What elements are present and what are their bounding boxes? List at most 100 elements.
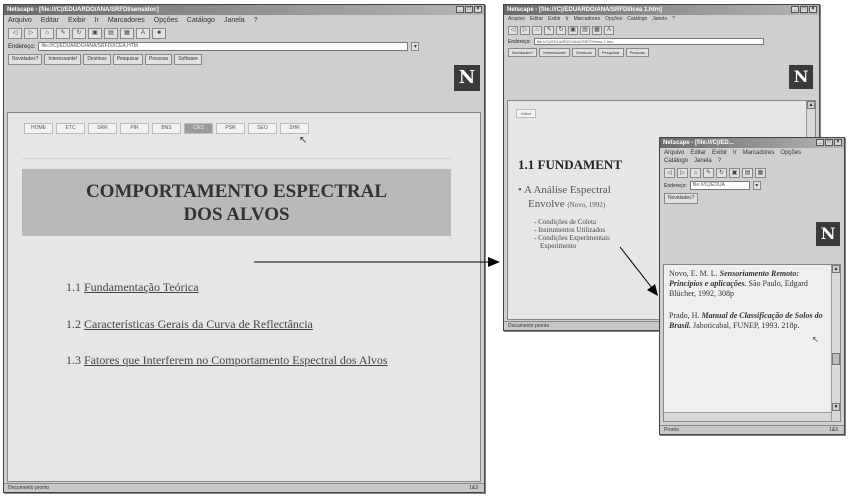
- menu-arquivo[interactable]: Arquivo: [664, 149, 684, 157]
- tab-shr[interactable]: SHR: [280, 123, 309, 134]
- print-icon[interactable]: ▦: [120, 28, 134, 39]
- menu-exibir[interactable]: Exibir: [712, 149, 727, 157]
- menu-opcoes[interactable]: Opções: [605, 16, 622, 23]
- menu-help[interactable]: ?: [718, 157, 721, 165]
- nav-software-button[interactable]: Software: [174, 54, 202, 65]
- menu-marcadores[interactable]: Marcadores: [574, 16, 600, 23]
- nav-novidades-button[interactable]: Novidades?: [508, 48, 538, 57]
- open-icon[interactable]: ▤: [580, 26, 590, 35]
- tab-etc[interactable]: ETC: [56, 123, 85, 134]
- menu-janela[interactable]: Janela: [652, 16, 667, 23]
- minimize-icon[interactable]: _: [816, 139, 824, 146]
- nav-destinos-button[interactable]: Destinos: [83, 54, 111, 65]
- tab-seo[interactable]: SEO: [248, 123, 277, 134]
- menu-marcadores[interactable]: Marcadores: [743, 149, 775, 157]
- images-icon[interactable]: ▣: [568, 26, 578, 35]
- menu-help[interactable]: ?: [254, 16, 258, 25]
- menu-janela[interactable]: Janela: [694, 157, 712, 165]
- nav-pessoas-button[interactable]: Pessoas: [625, 48, 649, 57]
- home-icon[interactable]: ⌂: [690, 168, 701, 178]
- nav-pesquisar-button[interactable]: Pesquisar: [112, 54, 143, 65]
- nav-pessoas-button[interactable]: Pessoas: [145, 54, 173, 65]
- forward-icon[interactable]: ▷: [24, 28, 38, 39]
- menu-ir[interactable]: Ir: [733, 149, 737, 157]
- scroll-up-icon[interactable]: ▲: [832, 265, 840, 273]
- menu-catalogo[interactable]: Catálogo: [664, 157, 688, 165]
- close-icon[interactable]: ×: [834, 139, 842, 146]
- nav-interessante-button[interactable]: Interessante!: [539, 48, 571, 57]
- menu-ir[interactable]: Ir: [566, 16, 569, 23]
- toc-link-fundamentacao[interactable]: Fundamentação Teórica: [84, 280, 199, 294]
- home-icon[interactable]: ⌂: [40, 28, 54, 39]
- dropdown-icon[interactable]: ▾: [752, 181, 761, 190]
- main-title-bar[interactable]: Netscape - [file:///C|/EDUARDO/ANA/SRFDI…: [4, 5, 484, 15]
- edit-icon[interactable]: ✎: [703, 168, 714, 178]
- find-icon[interactable]: A: [136, 28, 150, 39]
- menu-exibir[interactable]: Exibir: [68, 16, 86, 25]
- print-icon[interactable]: ▦: [592, 26, 602, 35]
- toc-link-caracteristicas[interactable]: Características Gerais da Curva de Refle…: [84, 317, 313, 331]
- third-vertical-scrollbar[interactable]: ▲ ▼: [831, 265, 840, 421]
- menu-opcoes[interactable]: Opções: [154, 16, 178, 25]
- scroll-thumb[interactable]: [832, 353, 840, 365]
- maximize-icon[interactable]: □: [825, 139, 833, 146]
- nav-novidades-button[interactable]: Novidades?: [664, 193, 699, 204]
- reload-icon[interactable]: ↻: [556, 26, 566, 35]
- menu-arquivo[interactable]: Arquivo: [8, 16, 32, 25]
- images-icon[interactable]: ▣: [729, 168, 740, 178]
- maximize-icon[interactable]: □: [465, 6, 473, 13]
- back-icon[interactable]: ◁: [508, 26, 518, 35]
- menu-arquivo[interactable]: Arquivo: [508, 16, 525, 23]
- menu-editar[interactable]: Editar: [41, 16, 59, 25]
- nav-destinos-button[interactable]: Destinos: [572, 48, 596, 57]
- open-icon[interactable]: ▤: [742, 168, 753, 178]
- scroll-up-icon[interactable]: ▲: [807, 101, 815, 109]
- open-icon[interactable]: ▤: [104, 28, 118, 39]
- tab-crs[interactable]: CRS: [184, 123, 213, 134]
- tab-home[interactable]: HOME: [24, 123, 53, 134]
- maximize-icon[interactable]: □: [800, 6, 808, 13]
- tab-bns[interactable]: BNS: [152, 123, 181, 134]
- second-title-bar[interactable]: Netscape - [file:///C|/EDUARDO/ANA/SRFDI…: [504, 5, 819, 15]
- menu-exibir[interactable]: Exibir: [548, 16, 561, 23]
- reload-icon[interactable]: ↻: [72, 28, 86, 39]
- menu-opcoes[interactable]: Opções: [780, 149, 801, 157]
- tab-srr[interactable]: SRR: [88, 123, 117, 134]
- location-input[interactable]: file:///C|/EDUARDO/ANA/SRFDI/icea 1.htm: [533, 38, 764, 45]
- menu-catalogo[interactable]: Catálogo: [187, 16, 215, 25]
- dropdown-icon[interactable]: ▾: [411, 42, 420, 51]
- third-horizontal-scrollbar[interactable]: [664, 412, 831, 421]
- back-icon[interactable]: ◁: [664, 168, 675, 178]
- close-icon[interactable]: ×: [474, 6, 482, 13]
- minimize-icon[interactable]: _: [456, 6, 464, 13]
- menu-ir[interactable]: Ir: [95, 16, 99, 25]
- location-input[interactable]: file:///C|/EDUA: [689, 181, 750, 190]
- home-icon[interactable]: ⌂: [532, 26, 542, 35]
- menu-editar[interactable]: Editar: [690, 149, 706, 157]
- tab-psr[interactable]: PSR: [216, 123, 245, 134]
- close-icon[interactable]: ×: [809, 6, 817, 13]
- minimize-icon[interactable]: _: [791, 6, 799, 13]
- edit-icon[interactable]: ✎: [56, 28, 70, 39]
- nav-interessante-button[interactable]: Interessante!: [44, 54, 82, 65]
- menu-catalogo[interactable]: Catálogo: [627, 16, 647, 23]
- find-icon[interactable]: A: [604, 26, 614, 35]
- print-icon[interactable]: ▦: [755, 168, 766, 178]
- nav-novidades-button[interactable]: Novidades?: [8, 54, 43, 65]
- scroll-down-icon[interactable]: ▼: [832, 403, 840, 411]
- location-input[interactable]: file:///C|/EDUARDO/ANA/SRFDI/ICEA.HTM: [38, 42, 409, 51]
- forward-icon[interactable]: ▷: [520, 26, 530, 35]
- forward-icon[interactable]: ▷: [677, 168, 688, 178]
- tab-pir[interactable]: PIR: [120, 123, 149, 134]
- images-icon[interactable]: ▣: [88, 28, 102, 39]
- menu-editar[interactable]: Editar: [530, 16, 543, 23]
- menu-marcadores[interactable]: Marcadores: [108, 16, 145, 25]
- reload-icon[interactable]: ↻: [716, 168, 727, 178]
- menu-janela[interactable]: Janela: [224, 16, 245, 25]
- back-icon[interactable]: ◁: [8, 28, 22, 39]
- nav-pesquisar-button[interactable]: Pesquisar: [597, 48, 624, 57]
- menu-help[interactable]: ?: [672, 16, 675, 23]
- tab-home[interactable]: Voltar: [516, 109, 536, 118]
- edit-icon[interactable]: ✎: [544, 26, 554, 35]
- toc-link-fatores[interactable]: Fatores que Interferem no Comportamento …: [84, 353, 388, 367]
